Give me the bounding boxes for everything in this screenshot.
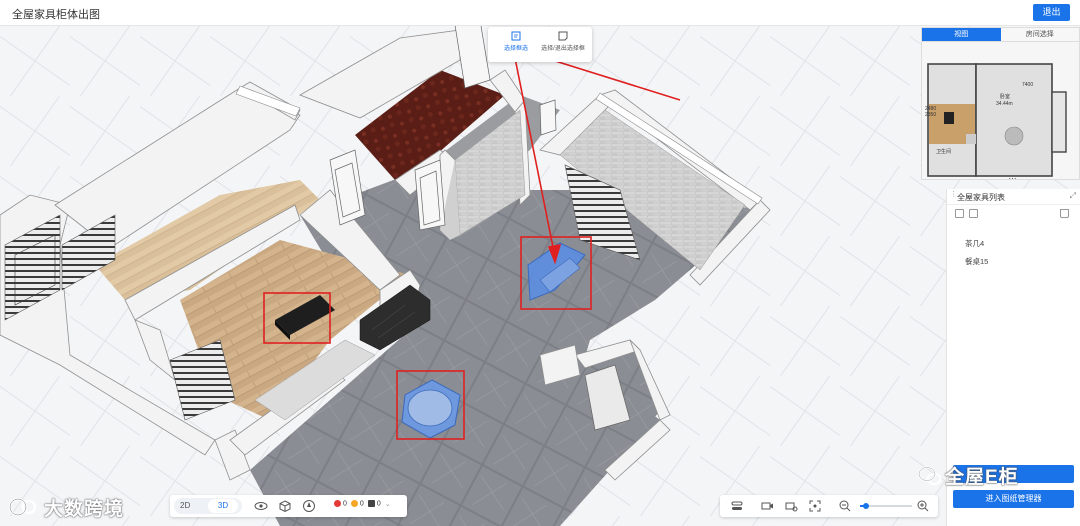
trash-icon[interactable] <box>1060 209 1069 218</box>
info-counter: 0 <box>367 500 381 508</box>
toggle-select-box-label: 选择/退出选择框 <box>541 46 585 52</box>
minimap-label-dim4: 444 <box>1008 178 1017 179</box>
wechat-icon <box>918 466 942 485</box>
watermark-right-text: 全屋E柜 <box>945 467 1019 488</box>
eye-icon[interactable] <box>254 499 268 513</box>
minimap-label-dim3: 7400 <box>1022 82 1033 88</box>
edit-list-icon <box>511 31 521 41</box>
toggle-select-box-button[interactable]: 选择/退出选择框 <box>538 31 588 52</box>
drag-handle-icon[interactable]: ⋮ <box>950 191 957 201</box>
status-counters[interactable]: 0 0 0 ⌄ <box>334 500 391 508</box>
floorplan-3d-model[interactable] <box>0 26 1080 526</box>
minimap-label-bedroom: 卧室 <box>1000 93 1010 100</box>
list-item-coffee-table[interactable]: 茶几4 <box>965 238 984 249</box>
compass-icon[interactable] <box>302 499 316 513</box>
minimap: 视图 房间选择 卧室 34.44m 2480 2350 卫生间 7400 444… <box>921 27 1080 197</box>
mode-3d-option[interactable]: 3D <box>208 499 238 513</box>
3d-viewport[interactable] <box>0 26 1080 526</box>
watermark-left: 大数跨境 <box>8 493 124 521</box>
warning-counter: 0 <box>350 500 364 508</box>
chevron-down-icon[interactable]: ⌄ <box>385 500 391 508</box>
panel-header: ⋮ 全屋家具列表 ⤢ <box>947 189 1080 205</box>
tab-view[interactable]: 视图 <box>922 28 1001 41</box>
camera-settings-icon[interactable] <box>784 499 798 513</box>
select-frame-label: 选择框选 <box>503 46 528 52</box>
panel-title: 全屋家具列表 <box>957 193 1005 202</box>
view-mode-toggle: 2D 3D <box>174 498 242 514</box>
minimap-label-dim2: 2350 <box>925 112 936 118</box>
zoom-slider-knob[interactable] <box>863 503 870 509</box>
info-square-icon <box>367 500 375 508</box>
brand-logo-icon <box>8 497 37 517</box>
layer-toggle-icon[interactable] <box>730 499 744 513</box>
zoom-slider[interactable] <box>860 503 912 509</box>
list-item-dining-table[interactable]: 餐桌15 <box>965 256 988 267</box>
minimap-floorplan[interactable]: 卧室 34.44m 2480 2350 卫生间 7400 444 4050 14… <box>922 42 1079 197</box>
mode-2d-option[interactable]: 2D <box>180 501 190 510</box>
select-frame-button[interactable]: 选择框选 <box>496 31 536 52</box>
error-dot-icon <box>334 500 341 508</box>
camera-view-icon[interactable] <box>760 499 774 513</box>
expand-icon[interactable]: ⤢ <box>1070 191 1076 201</box>
cube-icon[interactable] <box>278 499 292 513</box>
panel-tools <box>947 205 1080 223</box>
error-counter: 0 <box>334 500 347 508</box>
warning-dot-icon <box>350 500 358 508</box>
zoom-out-icon[interactable] <box>838 499 852 513</box>
tab-room-select[interactable]: 房间选择 <box>1000 28 1079 41</box>
copy-icon[interactable] <box>955 209 964 218</box>
minimap-tabs: 视图 房间选择 <box>922 28 1079 42</box>
watermark-left-text: 大数跨境 <box>44 498 125 520</box>
fit-view-icon[interactable] <box>808 499 822 513</box>
minimap-label-area: 34.44m <box>996 101 1013 107</box>
minimap-label-bath: 卫生间 <box>936 148 951 155</box>
zoom-in-icon[interactable] <box>916 499 930 513</box>
floating-toolbar: 选择框选 选择/退出选择框 <box>488 27 592 62</box>
select-box-icon <box>558 31 568 41</box>
top-bar: 全屋家具柜体出图 退出 <box>0 0 1080 26</box>
enter-drawing-manager-button[interactable]: 进入图纸管理器 <box>953 490 1074 508</box>
bottom-right-toolbar <box>720 495 938 517</box>
app-title: 全屋家具柜体出图 <box>12 9 100 21</box>
bottom-left-toolbar: 2D 3D 0 0 0 ⌄ <box>170 495 407 517</box>
group-icon[interactable] <box>969 209 978 218</box>
exit-button[interactable]: 退出 <box>1033 4 1070 21</box>
